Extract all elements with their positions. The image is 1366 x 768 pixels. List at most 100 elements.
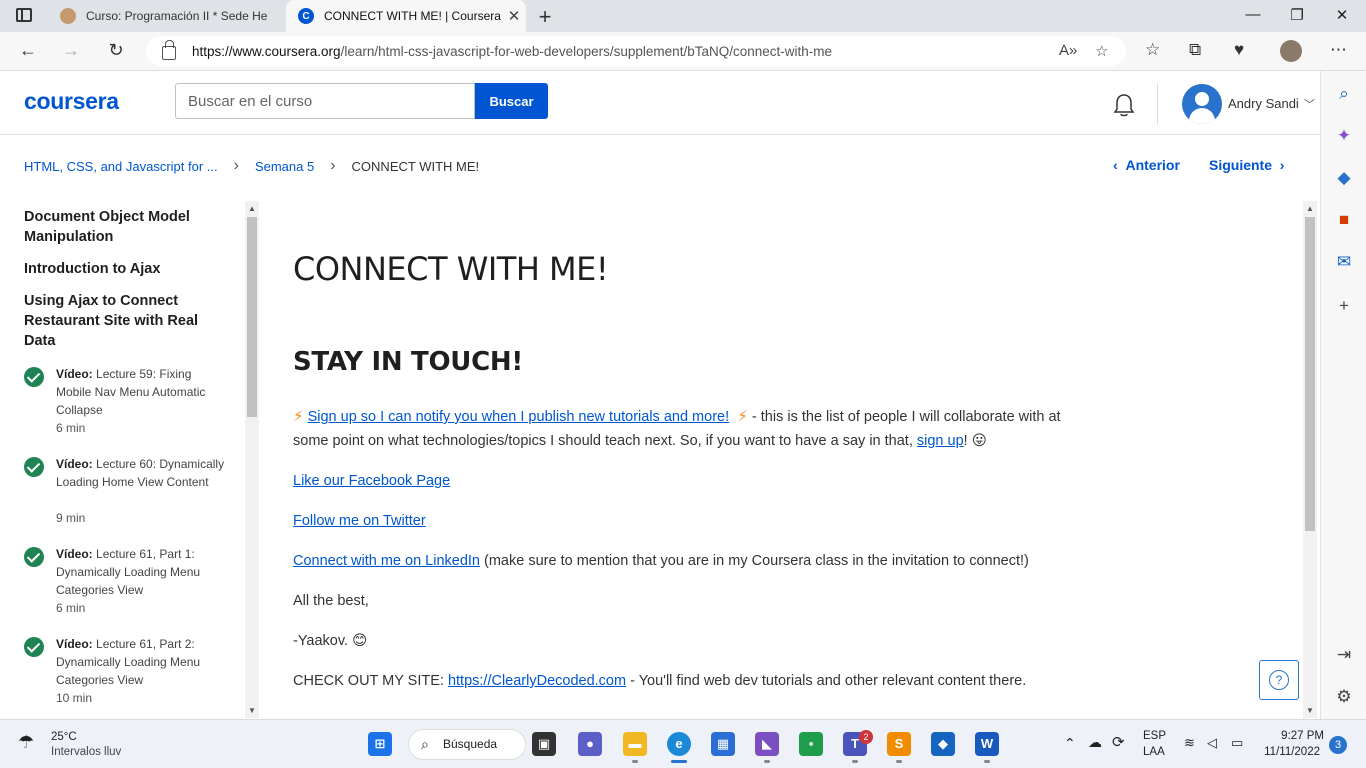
battery-icon[interactable]: ▭ <box>1231 735 1243 751</box>
back-icon[interactable]: ← <box>16 40 40 61</box>
rain-umbrella-icon[interactable]: ☂ <box>18 732 34 753</box>
refresh-icon[interactable]: ↻ <box>104 40 128 61</box>
breadcrumb-course[interactable]: HTML, CSS, and Javascript for ... <box>24 159 218 174</box>
language-code[interactable]: ESP <box>1143 730 1166 742</box>
completed-check-icon <box>24 637 44 657</box>
signup-short-link[interactable]: sign up <box>917 433 964 449</box>
volume-icon[interactable]: ◁ <box>1207 735 1217 751</box>
close-tab-icon[interactable]: ✕ <box>502 7 526 25</box>
signup-link[interactable]: Sign up so I can notify you when I publi… <box>308 409 730 425</box>
site-link[interactable]: https://ClearlyDecoded.com <box>448 673 626 689</box>
security-shield-icon[interactable]: ◆ <box>931 732 955 756</box>
user-avatar[interactable] <box>1182 84 1222 124</box>
add-sidebar-icon[interactable]: + <box>1333 295 1355 317</box>
close-window-icon[interactable]: ✕ <box>1332 6 1352 24</box>
forward-icon[interactable]: → <box>59 40 83 61</box>
running-indicator <box>852 760 858 763</box>
file-explorer-icon[interactable]: ▬ <box>623 732 647 756</box>
tab-curso[interactable]: Curso: Programación II * Sede He <box>48 0 284 32</box>
facebook-link[interactable]: Like our Facebook Page <box>293 473 450 489</box>
breadcrumb-current: CONNECT WITH ME! <box>351 158 480 174</box>
outline-heading[interactable]: Document Object Model Manipulation <box>24 207 224 247</box>
notifications-bell-icon[interactable] <box>1112 93 1136 119</box>
profile-avatar[interactable] <box>1280 40 1302 62</box>
copilot-icon[interactable]: ✦ <box>1333 125 1355 147</box>
taskbar-search[interactable]: ⌕ Búsqueda <box>408 729 526 760</box>
wifi-icon[interactable]: ≋ <box>1184 735 1195 751</box>
url-bar[interactable]: https://www.coursera.org/learn/html-css-… <box>146 36 1126 66</box>
previous-label: Anterior <box>1125 157 1180 173</box>
lock-icon[interactable] <box>162 40 176 60</box>
scroll-up-icon[interactable]: ▲ <box>1306 204 1314 213</box>
microsoft-store-icon[interactable]: ▦ <box>711 732 735 756</box>
previous-button[interactable]: ‹ Anterior <box>1113 157 1180 173</box>
sync-icon[interactable]: ⟳ <box>1112 733 1125 751</box>
hide-sidebar-icon[interactable]: ⇥ <box>1333 644 1355 666</box>
tab-actions-icon[interactable] <box>16 8 32 22</box>
settings-gear-icon[interactable]: ⚙ <box>1333 686 1355 708</box>
office-icon[interactable]: ■ <box>1333 209 1355 231</box>
more-options-icon[interactable]: ⋯ <box>1330 40 1347 60</box>
add-favorite-icon[interactable]: ☆ <box>1095 42 1108 60</box>
next-button[interactable]: Siguiente › <box>1209 157 1284 173</box>
keyboard-layout[interactable]: LAA <box>1143 746 1165 758</box>
read-aloud-icon[interactable]: A» <box>1059 42 1077 59</box>
sublime-text-icon[interactable]: S <box>887 732 911 756</box>
search-icon[interactable]: ⌕ <box>1333 83 1355 105</box>
notification-badge[interactable]: 3 <box>1329 736 1347 754</box>
coursera-logo[interactable]: coursera <box>24 88 119 115</box>
browser-essentials-icon[interactable]: ♥ <box>1234 40 1244 60</box>
search-button[interactable]: Buscar <box>475 83 548 119</box>
edge-browser-icon[interactable]: e <box>667 732 691 756</box>
chevron-down-icon[interactable]: ﹀ <box>1304 96 1315 112</box>
clock-time[interactable]: 9:27 PM <box>1264 730 1324 742</box>
favorites-icon[interactable]: ☆ <box>1145 40 1160 60</box>
new-tab-button[interactable]: + <box>533 4 557 30</box>
task-view-icon[interactable]: ▣ <box>532 732 556 756</box>
scroll-up-icon[interactable]: ▲ <box>248 204 256 213</box>
user-name[interactable]: Andry Sandi <box>1228 96 1299 111</box>
linkedin-link[interactable]: Connect with me on LinkedIn <box>293 553 480 569</box>
chevron-up-icon[interactable]: ⌃ <box>1064 735 1076 752</box>
next-label: Siguiente <box>1209 157 1273 173</box>
breadcrumb: HTML, CSS, and Javascript for ... › Sema… <box>24 157 479 175</box>
content-scrollbar[interactable]: ▲ ▼ <box>1303 201 1317 718</box>
visual-studio-icon[interactable]: ◣ <box>755 732 779 756</box>
windows-start-icon[interactable]: ⊞ <box>368 732 392 756</box>
restore-icon[interactable]: ❐ <box>1287 6 1307 24</box>
linkedin-note: (make sure to mention that you are in my… <box>480 553 1029 569</box>
scroll-down-icon[interactable]: ▼ <box>1306 706 1314 715</box>
green-app-icon[interactable]: ▪ <box>799 732 823 756</box>
scrollbar-thumb[interactable] <box>1305 217 1315 531</box>
chevron-right-icon: › <box>1272 157 1285 173</box>
teams-chat-icon[interactable]: ● <box>578 732 602 756</box>
active-app-indicator <box>671 760 687 763</box>
site-prefix: CHECK OUT MY SITE: <box>293 673 448 689</box>
clock-date[interactable]: 11/11/2022 <box>1256 746 1320 758</box>
weather-description[interactable]: Intervalos lluv <box>51 746 121 758</box>
twitter-link[interactable]: Follow me on Twitter <box>293 513 426 529</box>
site-paragraph: CHECK OUT MY SITE: https://ClearlyDecode… <box>293 669 1083 693</box>
outlook-icon[interactable]: ✉ <box>1333 251 1355 273</box>
search-input[interactable] <box>175 83 475 119</box>
shopping-icon[interactable]: ◆ <box>1333 167 1355 189</box>
completed-check-icon <box>24 367 44 387</box>
header-divider <box>1157 83 1158 125</box>
tab-connect[interactable]: C CONNECT WITH ME! | Coursera ✕ <box>286 0 526 32</box>
weather-temperature[interactable]: 25°C <box>51 731 77 743</box>
scrollbar-thumb[interactable] <box>247 217 257 417</box>
minimize-icon[interactable]: — <box>1243 6 1263 23</box>
help-button[interactable]: ? <box>1259 660 1299 700</box>
collections-icon[interactable]: ⧉ <box>1189 40 1201 60</box>
outline-heading[interactable]: Using Ajax to Connect Restaurant Site wi… <box>24 291 224 351</box>
help-icon: ? <box>1269 670 1289 690</box>
lightning-icon: ⚡ <box>293 408 304 425</box>
outline-heading[interactable]: Introduction to Ajax <box>24 259 224 279</box>
breadcrumb-week[interactable]: Semana 5 <box>255 159 314 174</box>
scroll-down-icon[interactable]: ▼ <box>248 706 256 715</box>
outline-scrollbar[interactable]: ▲ ▼ <box>245 201 259 718</box>
completed-check-icon <box>24 457 44 477</box>
coursera-favicon-icon: C <box>298 8 314 24</box>
word-icon[interactable]: W <box>975 732 999 756</box>
onedrive-cloud-icon[interactable]: ☁ <box>1088 734 1102 751</box>
